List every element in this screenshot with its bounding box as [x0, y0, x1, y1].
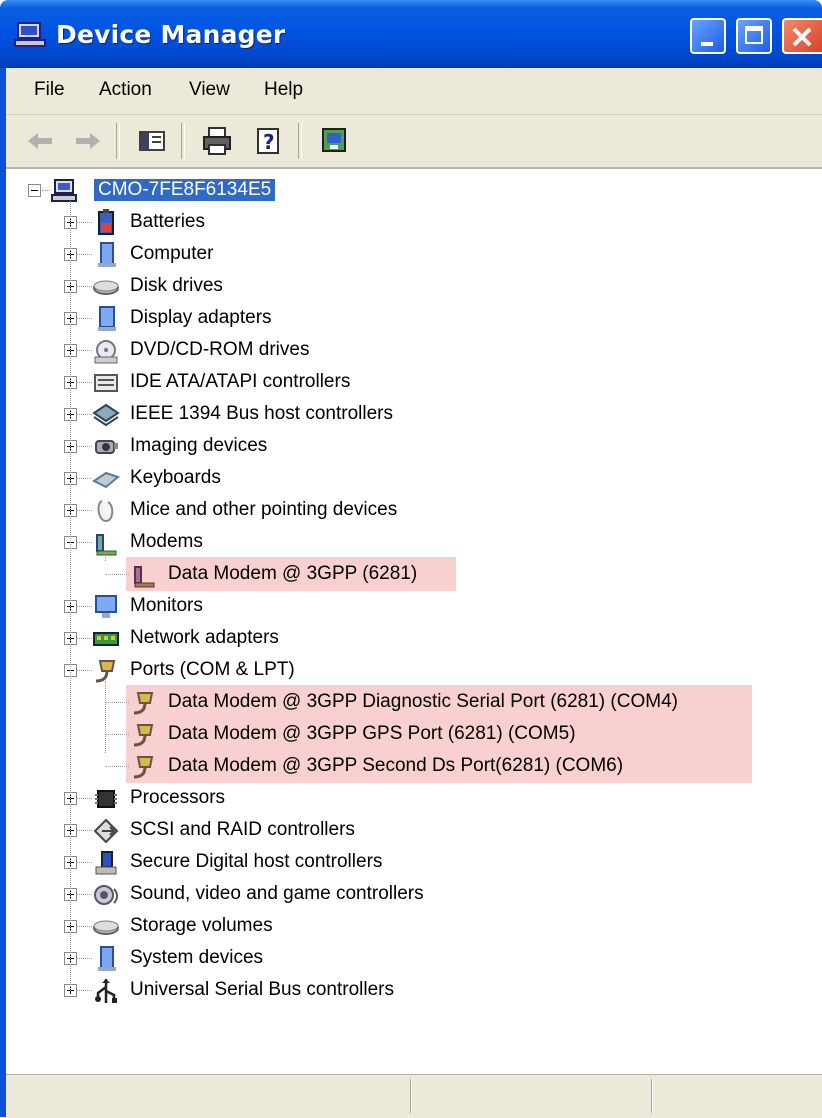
toolbar-separator	[181, 123, 185, 159]
category-display-adapters[interactable]: Display adapters	[130, 307, 272, 329]
menu-bar: File Action View Help	[6, 68, 822, 115]
root-collapse-toggle[interactable]	[28, 184, 41, 197]
category-ide-ata-atapi-controllers[interactable]: IDE ATA/ATAPI controllers	[130, 371, 350, 393]
ieee1394-icon	[92, 403, 120, 427]
title-bar[interactable]: Device Manager	[0, 0, 822, 68]
modem-icon	[96, 534, 117, 556]
window-title: Device Manager	[56, 20, 286, 49]
network-adapter-icon	[93, 632, 119, 646]
close-button[interactable]	[782, 18, 822, 54]
port-icon	[133, 692, 154, 715]
category-scsi-and-raid-controllers[interactable]: SCSI and RAID controllers	[130, 819, 355, 841]
category-storage-volumes[interactable]: Storage volumes	[130, 915, 273, 937]
device-ports-com-lpt-2[interactable]: Data Modem @ 3GPP Second Ds Port(6281) (…	[168, 755, 623, 777]
category-keyboards[interactable]: Keyboards	[130, 467, 221, 489]
device-ports-com-lpt-0[interactable]: Data Modem @ 3GPP Diagnostic Serial Port…	[168, 691, 678, 713]
menu-action[interactable]: Action	[99, 79, 152, 101]
device-manager-icon	[14, 22, 46, 47]
menu-view[interactable]: View	[189, 79, 230, 101]
minimize-button[interactable]	[690, 18, 726, 54]
maximize-button[interactable]	[736, 18, 772, 54]
status-panel-divider	[651, 1079, 653, 1113]
category-ports-com-lpt[interactable]: Ports (COM & LPT)	[130, 659, 295, 681]
device-modems-0[interactable]: Data Modem @ 3GPP (6281)	[168, 563, 417, 585]
toolbar-separator	[116, 123, 120, 159]
port-icon	[133, 756, 154, 779]
svg-text:?: ?	[263, 130, 275, 154]
category-mice-and-other-pointing-devices[interactable]: Mice and other pointing devices	[130, 499, 397, 521]
category-imaging-devices[interactable]: Imaging devices	[130, 435, 267, 457]
modem-device-icon	[134, 566, 155, 588]
category-batteries[interactable]: Batteries	[130, 211, 205, 233]
port-icon	[133, 724, 154, 747]
scsi-icon	[93, 818, 119, 844]
processor-icon	[95, 790, 117, 808]
show-hide-console-tree-icon[interactable]	[136, 125, 168, 157]
menu-file[interactable]: File	[34, 79, 65, 101]
monitor-icon	[95, 595, 117, 618]
category-monitors[interactable]: Monitors	[130, 595, 203, 617]
help-icon[interactable]: ?	[252, 125, 284, 157]
ide-controller-icon	[94, 374, 118, 392]
category-computer[interactable]: Computer	[130, 243, 213, 265]
status-bar	[6, 1074, 822, 1118]
camera-icon	[95, 440, 118, 454]
status-panel-divider	[410, 1079, 412, 1113]
port-icon	[95, 660, 116, 683]
computer-root-label[interactable]: CMO-7FE8F6134E5	[94, 179, 276, 201]
storage-volume-icon	[93, 920, 119, 935]
print-icon[interactable]	[201, 125, 233, 157]
category-sound-video-and-game-controllers[interactable]: Sound, video and game controllers	[130, 883, 424, 905]
forward-arrow-icon[interactable]	[72, 125, 104, 157]
category-secure-digital-host-controllers[interactable]: Secure Digital host controllers	[130, 851, 382, 873]
tree-trunk-line	[70, 201, 71, 991]
category-processors[interactable]: Processors	[130, 787, 225, 809]
category-system-devices[interactable]: System devices	[130, 947, 263, 969]
disk-drive-icon	[93, 280, 119, 295]
computer-root-icon	[51, 179, 77, 202]
device-manager-window: Device Manager File Action View Help ? C…	[0, 0, 822, 1118]
sound-icon	[94, 885, 118, 905]
computer-icon	[98, 242, 116, 267]
dvd-drive-icon	[94, 340, 118, 364]
category-universal-serial-bus-controllers[interactable]: Universal Serial Bus controllers	[130, 979, 394, 1001]
display-adapter-icon	[98, 306, 116, 331]
device-ports-com-lpt-1[interactable]: Data Modem @ 3GPP GPS Port (6281) (COM5)	[168, 723, 576, 745]
keyboard-icon	[92, 471, 120, 489]
battery-icon	[98, 209, 114, 235]
category-disk-drives[interactable]: Disk drives	[130, 275, 223, 297]
category-modems[interactable]: Modems	[130, 531, 203, 553]
back-arrow-icon[interactable]	[24, 125, 56, 157]
mouse-icon	[97, 500, 114, 523]
sd-controller-icon	[95, 851, 117, 875]
device-tree: CMO-7FE8F6134E5 Batteries Computer Disk dri…	[6, 169, 822, 1054]
toolbar: ?	[6, 115, 822, 169]
category-dvd-cd-rom-drives[interactable]: DVD/CD-ROM drives	[130, 339, 309, 361]
toolbar-separator	[298, 123, 302, 159]
menu-help[interactable]: Help	[264, 79, 303, 101]
properties-icon[interactable]	[318, 125, 350, 157]
system-device-icon	[98, 946, 116, 971]
category-network-adapters[interactable]: Network adapters	[130, 627, 279, 649]
usb-icon	[95, 979, 117, 1003]
category-ieee-1394-bus-host-controllers[interactable]: IEEE 1394 Bus host controllers	[130, 403, 393, 425]
close-icon	[792, 27, 812, 47]
